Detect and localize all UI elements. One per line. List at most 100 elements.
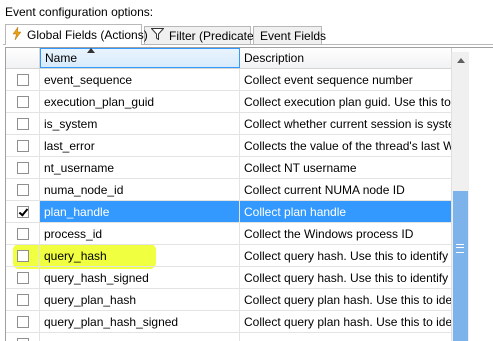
- row-description-cell: Collect whether current session is syste…: [240, 113, 452, 134]
- row-name-cell: event_sequence: [40, 69, 240, 90]
- table-row[interactable]: process_id Collect the Windows process ID: [6, 223, 452, 245]
- row-name: event_sequence: [44, 72, 133, 87]
- row-description: Collect query plan hash. Use this to ide…: [244, 314, 452, 329]
- row-description-cell: Collect query hash. Use this to identify…: [240, 267, 452, 288]
- row-description-cell: Collect plan handle: [240, 201, 452, 222]
- row-name: numa_node_id: [44, 182, 124, 197]
- checkbox[interactable]: [16, 271, 29, 284]
- row-description: Collect the Windows process ID: [244, 226, 414, 241]
- tab-event-fields-label: Event Fields: [260, 28, 327, 43]
- row-name: query_plan_hash: [44, 292, 137, 307]
- row-description-cell: Collect query plan hash. Use this to ide…: [240, 289, 452, 310]
- row-description-cell: Collect current NUMA node ID: [240, 179, 452, 200]
- table-row[interactable]: [6, 333, 452, 341]
- table-row[interactable]: nt_username Collect NT username: [6, 157, 452, 179]
- scroll-thumb[interactable]: [453, 191, 468, 341]
- row-checkbox-cell: [6, 267, 40, 288]
- table-row[interactable]: event_sequence Collect event sequence num…: [6, 69, 452, 91]
- table-row[interactable]: numa_node_id Collect current NUMA node ID: [6, 179, 452, 201]
- sort-ascending-icon: [87, 48, 95, 53]
- checkbox[interactable]: [16, 73, 29, 86]
- table-row[interactable]: execution_plan_guid Collect execution pla…: [6, 91, 452, 113]
- row-checkbox-cell: [6, 223, 40, 244]
- row-name-cell: plan_handle: [40, 201, 240, 222]
- row-name: last_error: [44, 138, 95, 153]
- checkbox[interactable]: [16, 337, 29, 341]
- row-checkbox-cell: [6, 311, 40, 332]
- row-name: execution_plan_guid: [44, 94, 155, 109]
- global-fields-grid: Name Description event_sequence Collect e…: [5, 47, 493, 341]
- table-row[interactable]: query_hash Collect query hash. Use this t…: [6, 245, 452, 267]
- checkbox[interactable]: [16, 227, 29, 240]
- checkbox[interactable]: [16, 249, 29, 262]
- checkbox[interactable]: [16, 293, 29, 306]
- row-name: process_id: [44, 226, 103, 241]
- table-row[interactable]: query_hash_signed Collect query hash. Use…: [6, 267, 452, 289]
- event-config-caption: Event configuration options:: [5, 5, 154, 19]
- row-description-cell: [240, 333, 452, 341]
- row-description: Collect event sequence number: [244, 72, 413, 87]
- row-name: query_plan_hash_signed: [44, 314, 179, 329]
- vertical-scrollbar[interactable]: [451, 52, 469, 341]
- checkbox[interactable]: [16, 183, 29, 196]
- table-row[interactable]: query_plan_hash_signed Collect query plan…: [6, 311, 452, 333]
- row-name-cell: numa_node_id: [40, 179, 240, 200]
- row-name-cell: [40, 333, 240, 341]
- row-description: Collect query plan hash. Use this to ide…: [244, 292, 452, 307]
- header-name[interactable]: Name: [40, 48, 240, 68]
- row-description-cell: Collects the value of the thread's last …: [240, 135, 452, 156]
- row-description-cell: Collect query plan hash. Use this to ide…: [240, 311, 452, 332]
- funnel-icon: [150, 28, 165, 43]
- row-checkbox-cell: [6, 157, 40, 178]
- checkbox[interactable]: [16, 95, 29, 108]
- row-checkbox-cell: [6, 289, 40, 310]
- row-checkbox-cell: [6, 179, 40, 200]
- row-checkbox-cell: [6, 201, 40, 222]
- header-name-label: Name: [45, 51, 78, 65]
- row-description: Collect execution plan guid. Use this to…: [244, 94, 452, 109]
- row-description: Collect whether current session is syste…: [244, 116, 452, 131]
- row-name: query_hash: [44, 248, 107, 263]
- header-description[interactable]: Description: [240, 48, 452, 68]
- row-description: Collects the value of the thread's last …: [244, 138, 452, 153]
- table-row[interactable]: is_system Collect whether current session…: [6, 113, 452, 135]
- grid-rows: event_sequence Collect event sequence num…: [6, 69, 452, 341]
- row-name-cell: nt_username: [40, 157, 240, 178]
- row-description: Collect NT username: [244, 160, 357, 175]
- checkbox[interactable]: [16, 139, 29, 152]
- row-checkbox-cell: [6, 333, 40, 341]
- scroll-grip-icon: [456, 244, 464, 253]
- row-description-cell: Collect event sequence number: [240, 69, 452, 90]
- row-description-cell: Collect NT username: [240, 157, 452, 178]
- row-name: plan_handle: [44, 204, 110, 219]
- checkbox[interactable]: [16, 161, 29, 174]
- table-row[interactable]: last_error Collects the value of the thre…: [6, 135, 452, 157]
- scroll-up-arrow-icon[interactable]: [452, 52, 469, 68]
- tab-global-fields[interactable]: Global Fields (Actions): [5, 24, 148, 45]
- row-checkbox-cell: [6, 69, 40, 90]
- row-name-cell: is_system: [40, 113, 240, 134]
- row-name-cell: process_id: [40, 223, 240, 244]
- row-name-cell: last_error: [40, 135, 240, 156]
- row-checkbox-cell: [6, 91, 40, 112]
- header-checkbox-column: [6, 48, 40, 68]
- row-description-cell: Collect query hash. Use this to identify…: [240, 245, 452, 266]
- row-description-cell: Collect the Windows process ID: [240, 223, 452, 244]
- table-row[interactable]: plan_handle Collect plan handle: [6, 201, 452, 223]
- row-description: Collect query hash. Use this to identify…: [244, 248, 452, 263]
- row-name-cell: query_plan_hash: [40, 289, 240, 310]
- checkbox[interactable]: [16, 117, 29, 130]
- checkbox-checked[interactable]: [16, 205, 29, 218]
- tab-event-fields[interactable]: Event Fields: [253, 26, 326, 44]
- row-name-cell: execution_plan_guid: [40, 91, 240, 112]
- tab-strip: Global Fields (Actions) Filter (Predicat…: [3, 24, 493, 45]
- row-name: query_hash_signed: [44, 270, 149, 285]
- table-row[interactable]: query_plan_hash Collect query plan hash. …: [6, 289, 452, 311]
- tab-filter-predicate-label: Filter (Predicate): [169, 28, 258, 43]
- row-name: nt_username: [44, 160, 115, 175]
- tab-global-fields-label: Global Fields (Actions): [27, 28, 148, 42]
- tab-filter-predicate[interactable]: Filter (Predicate): [144, 26, 258, 44]
- checkbox[interactable]: [16, 315, 29, 328]
- row-name: is_system: [44, 116, 98, 131]
- row-name-cell: query_plan_hash_signed: [40, 311, 240, 332]
